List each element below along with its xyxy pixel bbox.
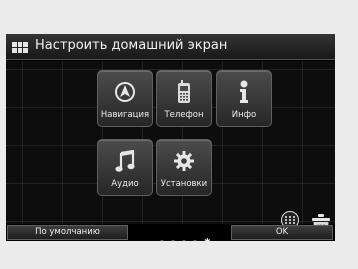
tile-info[interactable]: Инфо <box>216 70 272 127</box>
title-bar: Настроить домашний экран <box>6 34 335 60</box>
tile-settings[interactable]: Установки <box>156 139 212 196</box>
tile-phone[interactable]: Телефон <box>156 70 212 127</box>
dots-grid-icon <box>285 216 295 224</box>
info-icon <box>230 79 258 105</box>
default-button[interactable]: По умолчанию <box>7 225 128 240</box>
tile-label: Аудио <box>111 179 139 189</box>
page-dot[interactable] <box>193 240 197 241</box>
music-note-icon <box>111 148 139 174</box>
grid-icon <box>12 42 28 53</box>
page-dot[interactable] <box>160 240 164 241</box>
current-page-star-icon[interactable]: ✱ <box>204 238 211 242</box>
tile-label: Телефон <box>164 110 204 120</box>
page-title: Настроить домашний экран <box>35 38 228 53</box>
icon-grid-area: Навигация Телефон Инфо Аудио Установки <box>6 61 335 241</box>
tile-label: Установки <box>160 179 208 189</box>
tile-label: Инфо <box>231 110 257 120</box>
home-screen-editor: Настроить домашний экран Навигация Телеф… <box>6 34 335 241</box>
gear-icon <box>170 148 198 174</box>
phone-icon <box>170 79 198 105</box>
page-dot[interactable] <box>182 240 186 241</box>
tile-navigation[interactable]: Навигация <box>97 70 153 127</box>
page-indicator: ✱ <box>160 238 211 241</box>
tile-label: Навигация <box>100 110 150 120</box>
navigation-icon <box>111 79 139 105</box>
page-dot[interactable] <box>171 240 175 241</box>
tile-audio[interactable]: Аудио <box>97 139 153 196</box>
ok-button[interactable]: OK <box>231 225 333 240</box>
